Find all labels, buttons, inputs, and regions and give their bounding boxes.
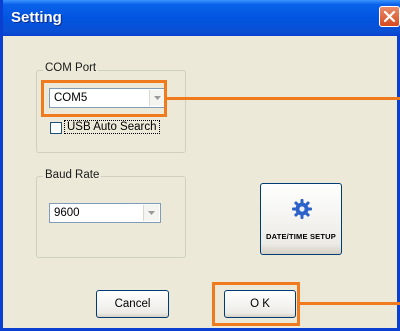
- baud-rate-value: 9600: [54, 207, 80, 219]
- usb-auto-search-label[interactable]: USB Auto Search: [64, 120, 160, 134]
- title-bar[interactable]: Setting: [3, 0, 400, 36]
- usb-auto-search-checkbox[interactable]: [50, 122, 62, 134]
- close-button[interactable]: [379, 6, 400, 27]
- window-title: Setting: [11, 9, 62, 26]
- chevron-down-icon: [148, 211, 155, 215]
- com-port-dropdown-arrow[interactable]: [149, 90, 165, 106]
- ok-button-callout-line: [299, 302, 400, 305]
- com-port-group: [36, 70, 186, 153]
- baud-rate-group-label: Baud Rate: [43, 169, 102, 181]
- ok-button-label: O K: [250, 298, 270, 310]
- com-port-callout-line: [166, 97, 400, 100]
- setting-dialog: Setting COM Port COM5 USB Auto Search Ba…: [0, 0, 400, 331]
- chevron-down-icon: [154, 96, 161, 100]
- datetime-setup-button[interactable]: DATE/TIME SETUP: [260, 183, 342, 255]
- baud-rate-select[interactable]: 9600: [49, 203, 161, 223]
- com-port-value: COM5: [54, 92, 88, 104]
- ok-button[interactable]: O K: [224, 290, 296, 318]
- baud-rate-dropdown-arrow[interactable]: [143, 205, 159, 221]
- com-port-group-label: COM Port: [43, 62, 99, 74]
- cancel-button[interactable]: Cancel: [96, 290, 169, 318]
- datetime-setup-label: DATE/TIME SETUP: [266, 232, 336, 241]
- cancel-button-label: Cancel: [114, 298, 151, 310]
- com-port-select[interactable]: COM5: [49, 88, 167, 108]
- close-icon: [383, 10, 396, 23]
- gear-icon: [292, 199, 312, 219]
